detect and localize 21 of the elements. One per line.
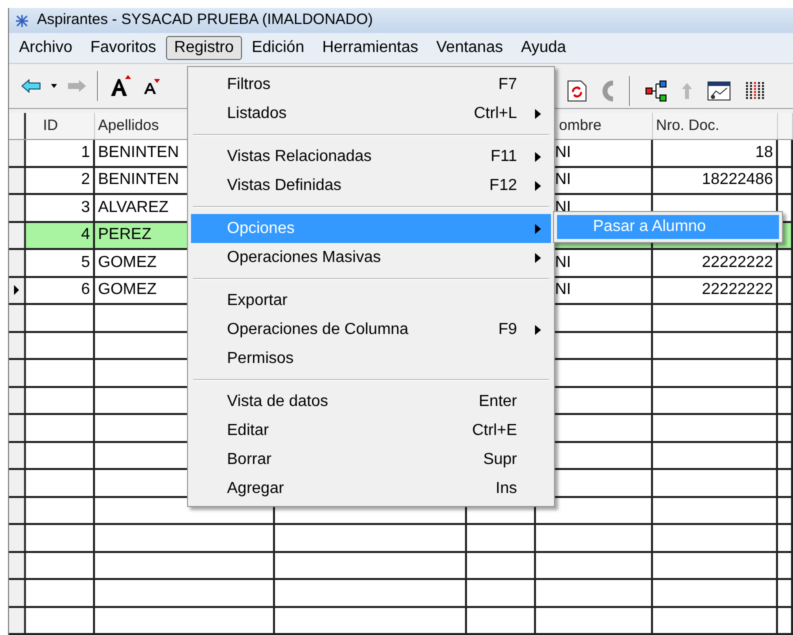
- table-cell-text: GOMEZ: [98, 252, 157, 273]
- table-cell-text: NI: [554, 170, 571, 190]
- table-cell-text: GOMEZ: [98, 280, 157, 300]
- table-cell-text: 1: [81, 142, 90, 163]
- table-cell-text: 5: [81, 252, 90, 273]
- table-cell-text: PEREZ: [98, 225, 152, 246]
- table-cell-text: 6: [81, 280, 90, 300]
- table-cell-text: 18222486: [702, 170, 773, 190]
- table-cell-text: ALVAREZ: [98, 198, 169, 218]
- table-cell-text: NI: [554, 252, 571, 273]
- table-cell-text: NI: [554, 280, 571, 300]
- table-cell-text: 22222222: [702, 280, 773, 300]
- table-cell-text: BENINTEN: [98, 170, 179, 190]
- table-cell-text: 22222222: [702, 252, 773, 273]
- table-cell-text: 3: [81, 198, 90, 218]
- table-cell-text: NI: [554, 142, 571, 163]
- table-cell-text: BENINTEN: [98, 142, 179, 163]
- table-cell-text: 2: [81, 170, 90, 190]
- table-cell-text: 4: [81, 225, 90, 246]
- table-cell-text: 18: [755, 142, 773, 163]
- window-title: Aspirantes - SYSACAD PRUEBA (IMALDONADO): [37, 10, 373, 30]
